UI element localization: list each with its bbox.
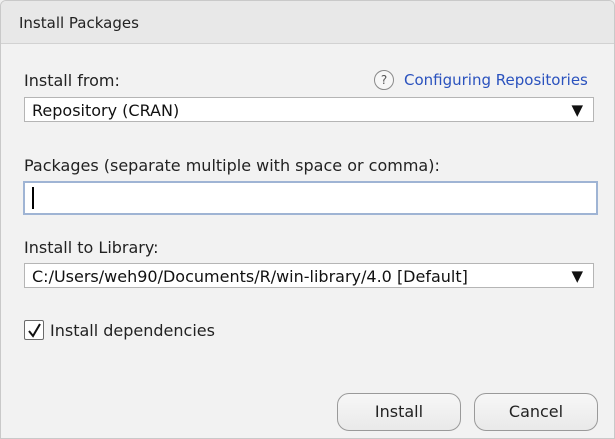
install-from-select[interactable]: Repository (CRAN) ▼ xyxy=(24,97,594,122)
library-selected-value: C:/Users/weh90/Documents/R/win-library/4… xyxy=(32,267,468,286)
install-packages-dialog: Install Packages Install from: ? Configu… xyxy=(0,0,615,439)
install-dependencies-checkbox[interactable] xyxy=(24,320,44,340)
library-select[interactable]: C:/Users/weh90/Documents/R/win-library/4… xyxy=(24,263,594,288)
text-cursor xyxy=(32,187,34,209)
configuring-repositories-link[interactable]: Configuring Repositories xyxy=(404,71,588,89)
checkmark-icon xyxy=(28,323,41,338)
install-from-label: Install from: xyxy=(24,71,120,90)
install-button[interactable]: Install xyxy=(337,393,461,431)
install-dependencies-option[interactable]: Install dependencies xyxy=(24,320,215,340)
question-circle-icon[interactable]: ? xyxy=(374,70,394,90)
packages-input[interactable] xyxy=(23,181,598,215)
triangle-down-icon[interactable]: ▼ xyxy=(571,101,583,119)
configuring-repositories-help[interactable]: ? Configuring Repositories xyxy=(374,70,588,90)
window-title: Install Packages xyxy=(19,14,139,32)
title-bar: Install Packages xyxy=(1,1,614,44)
install-dependencies-label: Install dependencies xyxy=(50,320,215,340)
triangle-down-icon[interactable]: ▼ xyxy=(571,267,583,285)
install-from-selected-value: Repository (CRAN) xyxy=(32,101,180,120)
install-to-library-label: Install to Library: xyxy=(24,238,159,257)
cancel-button[interactable]: Cancel xyxy=(474,393,598,431)
packages-label: Packages (separate multiple with space o… xyxy=(24,156,440,175)
